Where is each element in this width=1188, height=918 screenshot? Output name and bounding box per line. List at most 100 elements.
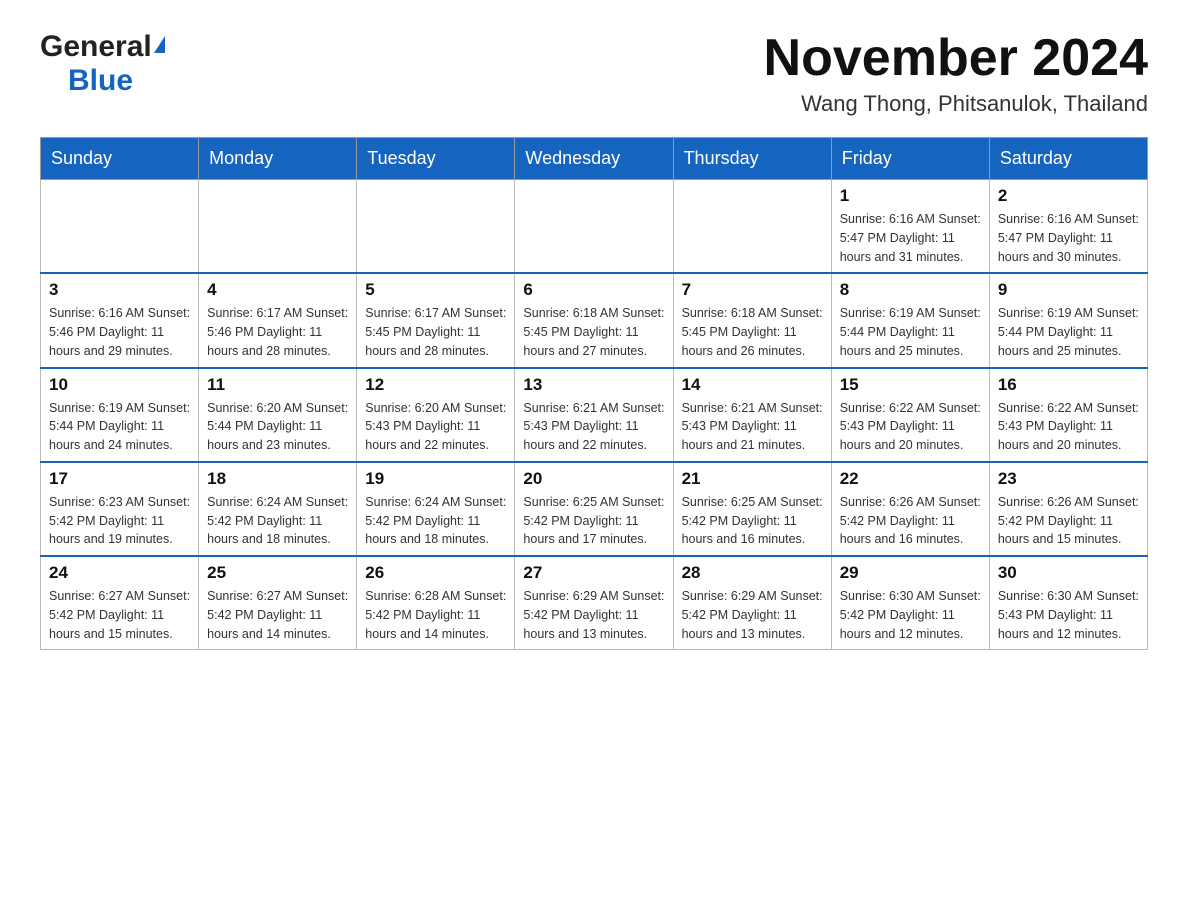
- day-number: 28: [682, 563, 823, 583]
- logo-triangle-icon: [154, 36, 165, 53]
- week-row-1: 3Sunrise: 6:16 AM Sunset: 5:46 PM Daylig…: [41, 273, 1148, 367]
- calendar-cell: [515, 180, 673, 274]
- day-number: 5: [365, 280, 506, 300]
- logo-blue-text: Blue: [68, 64, 133, 97]
- day-number: 8: [840, 280, 981, 300]
- calendar-cell: 23Sunrise: 6:26 AM Sunset: 5:42 PM Dayli…: [989, 462, 1147, 556]
- day-number: 12: [365, 375, 506, 395]
- day-number: 14: [682, 375, 823, 395]
- day-info: Sunrise: 6:24 AM Sunset: 5:42 PM Dayligh…: [207, 493, 348, 549]
- day-info: Sunrise: 6:22 AM Sunset: 5:43 PM Dayligh…: [840, 399, 981, 455]
- day-info: Sunrise: 6:28 AM Sunset: 5:42 PM Dayligh…: [365, 587, 506, 643]
- calendar-cell: 16Sunrise: 6:22 AM Sunset: 5:43 PM Dayli…: [989, 368, 1147, 462]
- calendar-table: SundayMondayTuesdayWednesdayThursdayFrid…: [40, 137, 1148, 650]
- weekday-header-row: SundayMondayTuesdayWednesdayThursdayFrid…: [41, 138, 1148, 180]
- day-info: Sunrise: 6:18 AM Sunset: 5:45 PM Dayligh…: [682, 304, 823, 360]
- calendar-cell: 28 Sunrise: 6:29 AM Sunset: 5:42 PM Dayli…: [673, 556, 831, 650]
- day-number: 23: [998, 469, 1139, 489]
- day-info: Sunrise: 6:17 AM Sunset: 5:45 PM Dayligh…: [365, 304, 506, 360]
- day-number: 9: [998, 280, 1139, 300]
- calendar-cell: 19 Sunrise: 6:24 AM Sunset: 5:42 PM Dayli…: [357, 462, 515, 556]
- day-info: Sunrise: 6:24 AM Sunset: 5:42 PM Dayligh…: [365, 493, 506, 549]
- day-number: 26: [365, 563, 506, 583]
- calendar-cell: 4 Sunrise: 6:17 AM Sunset: 5:46 PM Daylig…: [199, 273, 357, 367]
- weekday-header-tuesday: Tuesday: [357, 138, 515, 180]
- page-header: General Blue November 2024 Wang Thong, P…: [40, 30, 1148, 117]
- weekday-header-sunday: Sunday: [41, 138, 199, 180]
- day-number: 6: [523, 280, 664, 300]
- calendar-cell: 3Sunrise: 6:16 AM Sunset: 5:46 PM Daylig…: [41, 273, 199, 367]
- calendar-cell: 24Sunrise: 6:27 AM Sunset: 5:42 PM Dayli…: [41, 556, 199, 650]
- weekday-header-wednesday: Wednesday: [515, 138, 673, 180]
- calendar-cell: 13 Sunrise: 6:21 AM Sunset: 5:43 PM Dayli…: [515, 368, 673, 462]
- day-info: Sunrise: 6:25 AM Sunset: 5:42 PM Dayligh…: [523, 493, 664, 549]
- day-number: 17: [49, 469, 190, 489]
- day-number: 18: [207, 469, 348, 489]
- calendar-cell: [41, 180, 199, 274]
- day-number: 3: [49, 280, 190, 300]
- day-info: Sunrise: 6:20 AM Sunset: 5:44 PM Dayligh…: [207, 399, 348, 455]
- day-number: 4: [207, 280, 348, 300]
- day-info: Sunrise: 6:23 AM Sunset: 5:42 PM Dayligh…: [49, 493, 190, 549]
- calendar-cell: 14 Sunrise: 6:21 AM Sunset: 5:43 PM Dayli…: [673, 368, 831, 462]
- month-title: November 2024: [764, 30, 1148, 87]
- day-info: Sunrise: 6:17 AM Sunset: 5:46 PM Dayligh…: [207, 304, 348, 360]
- calendar-cell: [357, 180, 515, 274]
- day-number: 13: [523, 375, 664, 395]
- day-info: Sunrise: 6:29 AM Sunset: 5:42 PM Dayligh…: [682, 587, 823, 643]
- calendar-cell: 6 Sunrise: 6:18 AM Sunset: 5:45 PM Daylig…: [515, 273, 673, 367]
- day-info: Sunrise: 6:26 AM Sunset: 5:42 PM Dayligh…: [840, 493, 981, 549]
- calendar-cell: 30Sunrise: 6:30 AM Sunset: 5:43 PM Dayli…: [989, 556, 1147, 650]
- week-row-3: 17 Sunrise: 6:23 AM Sunset: 5:42 PM Dayli…: [41, 462, 1148, 556]
- week-row-0: 1 Sunrise: 6:16 AM Sunset: 5:47 PM Daylig…: [41, 180, 1148, 274]
- calendar-cell: 2 Sunrise: 6:16 AM Sunset: 5:47 PM Daylig…: [989, 180, 1147, 274]
- weekday-header-friday: Friday: [831, 138, 989, 180]
- calendar-cell: 10Sunrise: 6:19 AM Sunset: 5:44 PM Dayli…: [41, 368, 199, 462]
- calendar-cell: 20 Sunrise: 6:25 AM Sunset: 5:42 PM Dayli…: [515, 462, 673, 556]
- day-number: 1: [840, 186, 981, 206]
- day-info: Sunrise: 6:16 AM Sunset: 5:47 PM Dayligh…: [998, 210, 1139, 266]
- day-number: 19: [365, 469, 506, 489]
- week-row-2: 10Sunrise: 6:19 AM Sunset: 5:44 PM Dayli…: [41, 368, 1148, 462]
- calendar-cell: 27 Sunrise: 6:29 AM Sunset: 5:42 PM Dayli…: [515, 556, 673, 650]
- calendar-cell: 12 Sunrise: 6:20 AM Sunset: 5:43 PM Dayli…: [357, 368, 515, 462]
- calendar-cell: 8 Sunrise: 6:19 AM Sunset: 5:44 PM Daylig…: [831, 273, 989, 367]
- logo-general-text: General: [40, 30, 152, 64]
- day-number: 2: [998, 186, 1139, 206]
- day-number: 11: [207, 375, 348, 395]
- day-info: Sunrise: 6:19 AM Sunset: 5:44 PM Dayligh…: [998, 304, 1139, 360]
- calendar-cell: 21 Sunrise: 6:25 AM Sunset: 5:42 PM Dayli…: [673, 462, 831, 556]
- calendar-cell: [673, 180, 831, 274]
- day-number: 30: [998, 563, 1139, 583]
- day-number: 29: [840, 563, 981, 583]
- day-number: 16: [998, 375, 1139, 395]
- day-info: Sunrise: 6:29 AM Sunset: 5:42 PM Dayligh…: [523, 587, 664, 643]
- day-number: 20: [523, 469, 664, 489]
- day-info: Sunrise: 6:21 AM Sunset: 5:43 PM Dayligh…: [682, 399, 823, 455]
- day-number: 15: [840, 375, 981, 395]
- weekday-header-monday: Monday: [199, 138, 357, 180]
- location-title: Wang Thong, Phitsanulok, Thailand: [764, 91, 1148, 117]
- calendar-cell: 22Sunrise: 6:26 AM Sunset: 5:42 PM Dayli…: [831, 462, 989, 556]
- calendar-cell: 25 Sunrise: 6:27 AM Sunset: 5:42 PM Dayli…: [199, 556, 357, 650]
- day-info: Sunrise: 6:16 AM Sunset: 5:47 PM Dayligh…: [840, 210, 981, 266]
- day-info: Sunrise: 6:18 AM Sunset: 5:45 PM Dayligh…: [523, 304, 664, 360]
- calendar-cell: 5 Sunrise: 6:17 AM Sunset: 5:45 PM Daylig…: [357, 273, 515, 367]
- day-info: Sunrise: 6:27 AM Sunset: 5:42 PM Dayligh…: [207, 587, 348, 643]
- day-info: Sunrise: 6:19 AM Sunset: 5:44 PM Dayligh…: [840, 304, 981, 360]
- day-info: Sunrise: 6:20 AM Sunset: 5:43 PM Dayligh…: [365, 399, 506, 455]
- week-row-4: 24 Sunrise: 6:27 AM Sunset: 5:42 PM Dayli…: [41, 556, 1148, 650]
- day-info: Sunrise: 6:21 AM Sunset: 5:43 PM Dayligh…: [523, 399, 664, 455]
- day-number: 21: [682, 469, 823, 489]
- calendar-cell: 29Sunrise: 6:30 AM Sunset: 5:42 PM Dayli…: [831, 556, 989, 650]
- calendar-cell: [199, 180, 357, 274]
- calendar-cell: 1 Sunrise: 6:16 AM Sunset: 5:47 PM Daylig…: [831, 180, 989, 274]
- weekday-header-thursday: Thursday: [673, 138, 831, 180]
- calendar-cell: 18 Sunrise: 6:24 AM Sunset: 5:42 PM Dayli…: [199, 462, 357, 556]
- day-info: Sunrise: 6:25 AM Sunset: 5:42 PM Dayligh…: [682, 493, 823, 549]
- day-number: 24: [49, 563, 190, 583]
- day-number: 25: [207, 563, 348, 583]
- calendar-cell: 17 Sunrise: 6:23 AM Sunset: 5:42 PM Dayli…: [41, 462, 199, 556]
- day-number: 7: [682, 280, 823, 300]
- day-number: 27: [523, 563, 664, 583]
